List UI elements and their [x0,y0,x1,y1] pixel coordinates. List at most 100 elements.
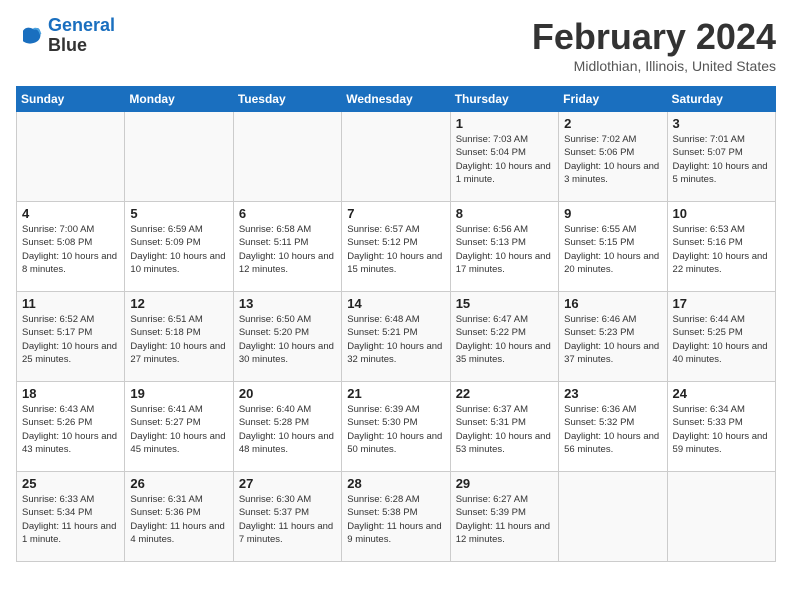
day-number: 12 [130,296,227,311]
calendar-cell: 23Sunrise: 6:36 AM Sunset: 5:32 PM Dayli… [559,382,667,472]
logo-text2: Blue [48,36,115,56]
logo-icon [16,22,44,50]
title-block: February 2024 Midlothian, Illinois, Unit… [532,16,776,74]
weekday-header: Wednesday [342,87,450,112]
day-number: 3 [673,116,770,131]
calendar-week: 25Sunrise: 6:33 AM Sunset: 5:34 PM Dayli… [17,472,776,562]
calendar-table: SundayMondayTuesdayWednesdayThursdayFrid… [16,86,776,562]
calendar-cell: 14 Sunrise: 6:48 AM Sunset: 5:21 PM Dayli… [342,292,450,382]
day-number: 22 [456,386,553,401]
day-detail: Sunrise: 6:31 AM Sunset: 5:36 PM Dayligh… [130,493,227,546]
day-detail: Sunrise: 6:30 AM Sunset: 5:37 PM Dayligh… [239,493,336,546]
day-number: 8 [456,206,553,221]
day-number: 9 [564,206,661,221]
day-detail: Sunrise: 6:50 AM Sunset: 5:20 PM Dayligh… [239,313,336,366]
day-number: 14 [347,296,444,311]
day-number: 26 [130,476,227,491]
day-number: 1 [456,116,553,131]
day-detail: Sunrise: 6:33 AM Sunset: 5:34 PM Dayligh… [22,493,119,546]
calendar-cell: 12 Sunrise: 6:51 AM Sunset: 5:18 PM Dayli… [125,292,233,382]
day-detail: Sunrise: 6:39 AM Sunset: 5:30 PM Dayligh… [347,403,444,456]
day-number: 2 [564,116,661,131]
calendar-cell [17,112,125,202]
weekday-header: Monday [125,87,233,112]
calendar-cell: 25Sunrise: 6:33 AM Sunset: 5:34 PM Dayli… [17,472,125,562]
day-detail: Sunrise: 6:27 AM Sunset: 5:39 PM Dayligh… [456,493,553,546]
calendar-cell: 21 Sunrise: 6:39 AM Sunset: 5:30 PM Dayli… [342,382,450,472]
day-detail: Sunrise: 6:41 AM Sunset: 5:27 PM Dayligh… [130,403,227,456]
weekday-header: Tuesday [233,87,341,112]
day-number: 16 [564,296,661,311]
calendar-cell: 26 Sunrise: 6:31 AM Sunset: 5:36 PM Dayli… [125,472,233,562]
day-number: 15 [456,296,553,311]
day-number: 10 [673,206,770,221]
calendar-cell: 28Sunrise: 6:28 AM Sunset: 5:38 PM Dayli… [342,472,450,562]
page-header: General Blue February 2024 Midlothian, I… [16,16,776,74]
day-number: 20 [239,386,336,401]
weekday-header: Thursday [450,87,558,112]
day-number: 19 [130,386,227,401]
calendar-cell: 11Sunrise: 6:52 AM Sunset: 5:17 PM Dayli… [17,292,125,382]
day-detail: Sunrise: 6:40 AM Sunset: 5:28 PM Dayligh… [239,403,336,456]
calendar-cell: 20 Sunrise: 6:40 AM Sunset: 5:28 PM Dayli… [233,382,341,472]
calendar-cell: 18 Sunrise: 6:43 AM Sunset: 5:26 PM Dayli… [17,382,125,472]
day-detail: Sunrise: 6:47 AM Sunset: 5:22 PM Dayligh… [456,313,553,366]
calendar-cell [342,112,450,202]
calendar-cell: 17 Sunrise: 6:44 AM Sunset: 5:25 PM Dayli… [667,292,775,382]
day-number: 29 [456,476,553,491]
calendar-cell: 6 Sunrise: 6:58 AM Sunset: 5:11 PM Daylig… [233,202,341,292]
logo: General Blue [16,16,115,56]
calendar-cell [667,472,775,562]
calendar-week: 4Sunrise: 7:00 AM Sunset: 5:08 PM Daylig… [17,202,776,292]
day-number: 27 [239,476,336,491]
day-number: 6 [239,206,336,221]
day-detail: Sunrise: 6:52 AM Sunset: 5:17 PM Dayligh… [22,313,119,366]
calendar-cell: 7 Sunrise: 6:57 AM Sunset: 5:12 PM Daylig… [342,202,450,292]
calendar-cell: 10Sunrise: 6:53 AM Sunset: 5:16 PM Dayli… [667,202,775,292]
calendar-cell: 19 Sunrise: 6:41 AM Sunset: 5:27 PM Dayli… [125,382,233,472]
day-number: 17 [673,296,770,311]
calendar-cell: 16 Sunrise: 6:46 AM Sunset: 5:23 PM Dayli… [559,292,667,382]
calendar-cell [125,112,233,202]
day-number: 24 [673,386,770,401]
day-detail: Sunrise: 7:02 AM Sunset: 5:06 PM Dayligh… [564,133,661,186]
calendar-week: 11Sunrise: 6:52 AM Sunset: 5:17 PM Dayli… [17,292,776,382]
day-number: 21 [347,386,444,401]
logo-text: General [48,16,115,36]
day-detail: Sunrise: 7:01 AM Sunset: 5:07 PM Dayligh… [673,133,770,186]
weekday-header: Friday [559,87,667,112]
day-detail: Sunrise: 6:55 AM Sunset: 5:15 PM Dayligh… [564,223,661,276]
calendar-cell: 9 Sunrise: 6:55 AM Sunset: 5:15 PM Daylig… [559,202,667,292]
day-number: 7 [347,206,444,221]
weekday-header: Sunday [17,87,125,112]
calendar-cell: 4Sunrise: 7:00 AM Sunset: 5:08 PM Daylig… [17,202,125,292]
day-detail: Sunrise: 6:58 AM Sunset: 5:11 PM Dayligh… [239,223,336,276]
day-number: 13 [239,296,336,311]
calendar-week: 18 Sunrise: 6:43 AM Sunset: 5:26 PM Dayli… [17,382,776,472]
day-number: 18 [22,386,119,401]
day-detail: Sunrise: 6:51 AM Sunset: 5:18 PM Dayligh… [130,313,227,366]
calendar-cell: 27 Sunrise: 6:30 AM Sunset: 5:37 PM Dayli… [233,472,341,562]
day-detail: Sunrise: 6:48 AM Sunset: 5:21 PM Dayligh… [347,313,444,366]
day-number: 4 [22,206,119,221]
calendar-cell: 1 Sunrise: 7:03 AM Sunset: 5:04 PM Daylig… [450,112,558,202]
day-detail: Sunrise: 6:57 AM Sunset: 5:12 PM Dayligh… [347,223,444,276]
calendar-cell: 5Sunrise: 6:59 AM Sunset: 5:09 PM Daylig… [125,202,233,292]
day-detail: Sunrise: 6:44 AM Sunset: 5:25 PM Dayligh… [673,313,770,366]
calendar-cell: 22 Sunrise: 6:37 AM Sunset: 5:31 PM Dayli… [450,382,558,472]
calendar-cell: 15 Sunrise: 6:47 AM Sunset: 5:22 PM Dayli… [450,292,558,382]
calendar-cell: 24Sunrise: 6:34 AM Sunset: 5:33 PM Dayli… [667,382,775,472]
day-detail: Sunrise: 6:46 AM Sunset: 5:23 PM Dayligh… [564,313,661,366]
calendar-cell [233,112,341,202]
calendar-subtitle: Midlothian, Illinois, United States [532,58,776,74]
calendar-cell: 3 Sunrise: 7:01 AM Sunset: 5:07 PM Daylig… [667,112,775,202]
calendar-cell: 2 Sunrise: 7:02 AM Sunset: 5:06 PM Daylig… [559,112,667,202]
day-detail: Sunrise: 6:56 AM Sunset: 5:13 PM Dayligh… [456,223,553,276]
day-detail: Sunrise: 6:43 AM Sunset: 5:26 PM Dayligh… [22,403,119,456]
day-detail: Sunrise: 6:59 AM Sunset: 5:09 PM Dayligh… [130,223,227,276]
calendar-week: 1 Sunrise: 7:03 AM Sunset: 5:04 PM Daylig… [17,112,776,202]
calendar-cell: 13 Sunrise: 6:50 AM Sunset: 5:20 PM Dayli… [233,292,341,382]
calendar-title: February 2024 [532,16,776,58]
day-detail: Sunrise: 6:37 AM Sunset: 5:31 PM Dayligh… [456,403,553,456]
day-detail: Sunrise: 7:03 AM Sunset: 5:04 PM Dayligh… [456,133,553,186]
